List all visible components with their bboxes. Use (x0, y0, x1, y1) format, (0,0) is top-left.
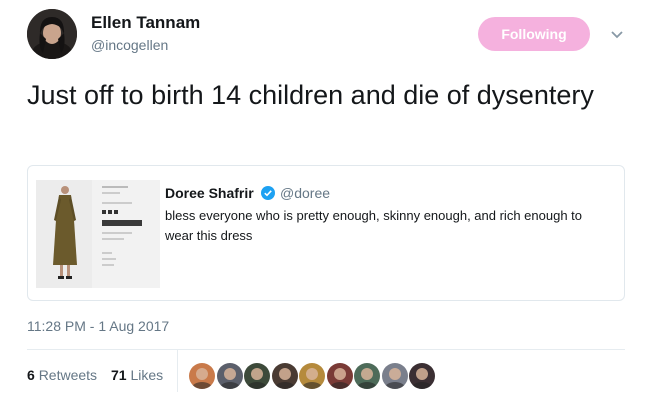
liker-avatar[interactable] (270, 362, 299, 390)
tweet-timestamp[interactable]: 11:28 PM - 1 Aug 2017 (27, 318, 169, 334)
author-name[interactable]: Ellen Tannam (91, 13, 200, 33)
quoted-tweet-text: bless everyone who is pretty enough, ski… (165, 208, 582, 243)
liker-avatar[interactable] (353, 362, 381, 390)
liker-avatar[interactable] (298, 362, 326, 390)
stats-separator (177, 350, 178, 392)
liker-avatar[interactable] (215, 362, 244, 390)
chevron-down-icon[interactable] (608, 26, 626, 44)
retweets-stat[interactable]: 6 Retweets (27, 367, 97, 383)
retweets-count: 6 (27, 367, 35, 383)
quoted-author-handle: @doree (280, 185, 331, 201)
liker-avatar[interactable] (408, 362, 436, 390)
likes-count: 71 (111, 367, 127, 383)
author-handle[interactable]: @incogellen (91, 37, 168, 53)
likes-label: Likes (130, 367, 164, 383)
tweet-card: Ellen Tannam @incogellen Following Just … (0, 0, 650, 403)
following-button[interactable]: Following (478, 17, 590, 51)
liker-avatar[interactable] (243, 362, 271, 390)
quoted-tweet[interactable]: Doree Shafrir @doree bless everyone who … (27, 165, 625, 301)
liker-avatar[interactable] (380, 362, 409, 390)
verified-badge-icon (261, 186, 275, 200)
liker-avatar[interactable] (325, 362, 354, 390)
likes-stat[interactable]: 71 Likes (111, 367, 163, 383)
tweet-text: Just off to birth 14 children and die of… (27, 80, 594, 110)
retweets-label: Retweets (38, 367, 98, 383)
quoted-author-name: Doree Shafrir (165, 185, 254, 201)
liker-avatar[interactable] (188, 362, 216, 390)
divider (27, 349, 625, 350)
author-avatar[interactable] (27, 9, 77, 59)
dress-thumbnail-icon (36, 180, 160, 288)
